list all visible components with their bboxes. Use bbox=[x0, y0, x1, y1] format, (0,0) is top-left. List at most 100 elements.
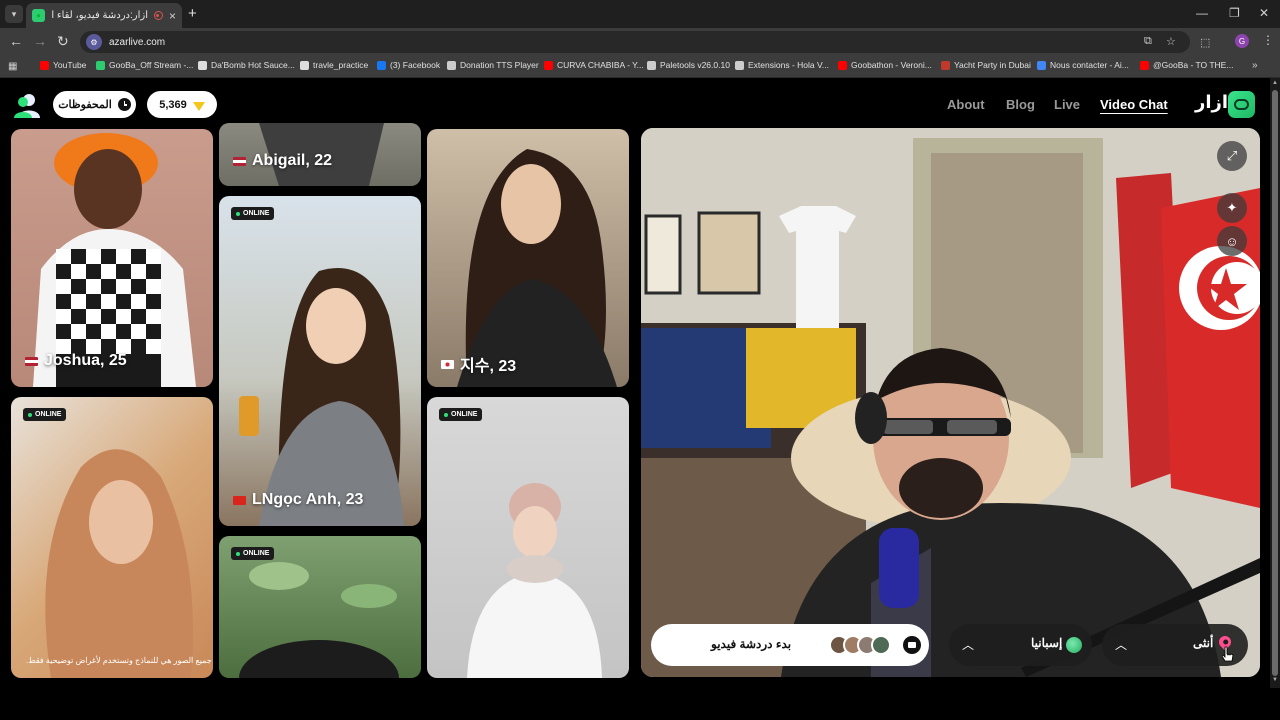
profile-name: Abigail, 22 bbox=[233, 152, 332, 170]
restore-icon[interactable]: ❐ bbox=[1229, 6, 1240, 20]
bookmark-item[interactable]: CURVA CHABIBA - Y... bbox=[544, 60, 644, 70]
bookmark-favicon-icon bbox=[198, 60, 207, 70]
page-scrollbar[interactable] bbox=[1270, 78, 1280, 688]
browser-tab-bar: ▾ ● أزار:دردشة فيديو، لقاء الأصدقاء × + … bbox=[0, 0, 1280, 28]
bookmark-label: Extensions - Hola V... bbox=[748, 60, 829, 70]
bookmark-item[interactable]: (3) Facebook bbox=[377, 60, 440, 70]
profile-card-online-2[interactable]: ONLINE bbox=[219, 536, 421, 678]
saved-label: المحفوظات bbox=[58, 99, 112, 111]
online-badge: ONLINE bbox=[23, 408, 67, 421]
country-label: إسبانيا bbox=[1031, 636, 1063, 650]
bookmark-favicon-icon bbox=[1140, 60, 1149, 70]
bookmark-favicon-icon bbox=[735, 60, 744, 70]
bookmark-star-icon[interactable]: ☆ bbox=[1166, 35, 1176, 48]
profile-photo bbox=[239, 268, 404, 526]
bookmark-label: YouTube bbox=[53, 60, 87, 70]
profile-avatar[interactable]: G bbox=[1235, 34, 1249, 48]
apps-grid-icon[interactable]: ▦ bbox=[8, 61, 17, 72]
bookmark-favicon-icon bbox=[447, 60, 456, 70]
flag-us-icon bbox=[25, 356, 38, 366]
bookmark-item[interactable]: Goobathon - Veroni... bbox=[838, 60, 932, 70]
url-omnibox[interactable]: ⚙ azarlive.com ⧉ ☆ bbox=[80, 31, 1190, 53]
bookmark-label: @GooBa - TO THE... bbox=[1153, 60, 1234, 70]
chevron-up-icon: ︿ bbox=[1115, 638, 1128, 652]
azar-logo-icon[interactable] bbox=[1228, 91, 1255, 118]
video-camera-icon bbox=[903, 636, 921, 654]
site-info-icon[interactable]: ⚙ bbox=[86, 34, 102, 50]
gems-count: 5,369 bbox=[159, 98, 187, 111]
bookmark-item[interactable]: Extensions - Hola V... bbox=[735, 60, 829, 70]
flag-us-icon bbox=[233, 156, 246, 166]
profile-name: Joshua, 25 bbox=[25, 352, 127, 370]
face-filter-icon[interactable]: ☺ bbox=[1217, 226, 1247, 256]
chevron-up-icon: ︿ bbox=[962, 638, 975, 652]
profile-card-abigail[interactable]: Abigail, 22 bbox=[219, 123, 421, 186]
browser-tab-active[interactable]: ● أزار:دردشة فيديو، لقاء الأصدقاء × bbox=[26, 3, 182, 28]
start-video-chat-label: بدء دردشة فيديو bbox=[711, 637, 792, 651]
profile-photo bbox=[457, 149, 617, 387]
profile-card-online-3[interactable]: ONLINE bbox=[427, 397, 629, 678]
flag-kr-icon bbox=[441, 359, 454, 369]
tab-search-button[interactable]: ▾ bbox=[5, 5, 23, 23]
bookmark-item[interactable]: Donation TTS Player bbox=[447, 60, 539, 70]
online-badge: ONLINE bbox=[231, 547, 275, 560]
reload-icon[interactable]: ↻ bbox=[57, 33, 69, 50]
bookmark-label: Da'Bomb Hot Sauce... bbox=[211, 60, 295, 70]
bookmark-label: travle_practice bbox=[313, 60, 369, 70]
start-video-chat-button[interactable]: بدء دردشة فيديو bbox=[651, 624, 929, 666]
bookmark-item[interactable]: Da'Bomb Hot Sauce... bbox=[198, 60, 295, 70]
bookmark-item[interactable]: Yacht Party in Dubai bbox=[941, 60, 1031, 70]
nav-about[interactable]: About bbox=[947, 97, 985, 112]
url-text[interactable]: azarlive.com bbox=[109, 37, 165, 48]
bookmark-favicon-icon bbox=[96, 60, 105, 70]
bookmark-item[interactable]: @GooBa - TO THE... bbox=[1140, 60, 1233, 70]
bookmark-favicon-icon bbox=[941, 60, 950, 70]
bookmark-item[interactable]: YouTube bbox=[40, 60, 86, 70]
back-arrow-icon[interactable]: ← bbox=[9, 33, 23, 49]
photo-disclaimer: جميع الصور هي للنماذج وتستخدم لأغراض توض… bbox=[26, 656, 212, 665]
browser-menu-icon[interactable]: ⋮ bbox=[1262, 33, 1274, 47]
ai-effects-icon[interactable]: ✦ bbox=[1217, 193, 1247, 223]
country-filter-button[interactable]: ︿ إسبانيا bbox=[949, 624, 1092, 666]
scrollbar-thumb[interactable] bbox=[1272, 90, 1278, 676]
profile-card-ngoc-anh[interactable]: ONLINE LNgọc Anh, 23 bbox=[219, 196, 421, 526]
bookmark-item[interactable]: travle_practice bbox=[300, 60, 368, 70]
bookmark-label: GooBa_Off Stream -... bbox=[109, 60, 194, 70]
bookmark-favicon-icon bbox=[377, 60, 386, 70]
profile-card-joshua[interactable]: Joshua, 25 bbox=[11, 129, 213, 387]
saved-history-button[interactable]: المحفوظات bbox=[53, 91, 136, 118]
recording-icon bbox=[153, 11, 163, 20]
scroll-up-arrow-icon[interactable]: ▲ bbox=[1272, 80, 1278, 86]
webcam-feed bbox=[641, 128, 1260, 677]
clock-icon bbox=[117, 98, 131, 111]
nav-live[interactable]: Live bbox=[1054, 97, 1080, 112]
new-tab-button[interactable]: + bbox=[188, 5, 197, 22]
minimize-icon[interactable]: — bbox=[1196, 6, 1208, 20]
gems-balance-button[interactable]: 5,369 bbox=[147, 91, 217, 118]
bookmarks-bar: ▦ YouTube GooBa_Off Stream -... Da'Bomb Ho… bbox=[0, 56, 1280, 78]
azar-logo-text[interactable]: ازار bbox=[1195, 92, 1228, 113]
bookmark-item[interactable]: GooBa_Off Stream -... bbox=[96, 60, 193, 70]
profile-card-online-1[interactable]: ONLINE bbox=[11, 397, 213, 678]
extensions-icon[interactable]: ⬚ bbox=[1200, 36, 1210, 49]
nav-video-chat[interactable]: Video Chat bbox=[1100, 97, 1168, 112]
user-avatar-icon[interactable] bbox=[14, 92, 40, 118]
install-app-icon[interactable]: ⧉ bbox=[1144, 35, 1152, 48]
bookmark-item[interactable]: Paletools v26.0.10 bbox=[647, 60, 730, 70]
bookmark-item[interactable]: Nous contacter - Ai... bbox=[1037, 60, 1129, 70]
scroll-down-arrow-icon[interactable]: ▼ bbox=[1272, 677, 1278, 683]
profile-name: 지수, 23 bbox=[441, 352, 516, 376]
tab-title: أزار:دردشة فيديو، لقاء الأصدقاء bbox=[51, 10, 148, 21]
tab-close-icon[interactable]: × bbox=[169, 9, 176, 23]
mouse-cursor-icon bbox=[1222, 646, 1234, 662]
window-close-icon[interactable]: ✕ bbox=[1259, 6, 1269, 20]
forward-arrow-icon[interactable]: → bbox=[33, 33, 47, 49]
profile-photo bbox=[45, 449, 194, 678]
webcam-preview: ⤢ ✦ ☺ bbox=[641, 128, 1260, 677]
bookmark-label: Yacht Party in Dubai bbox=[954, 60, 1031, 70]
nav-blog[interactable]: Blog bbox=[1006, 97, 1035, 112]
profile-card-jisoo[interactable]: 지수, 23 bbox=[427, 129, 629, 387]
bookmark-label: Goobathon - Veroni... bbox=[851, 60, 932, 70]
bookmarks-overflow-icon[interactable]: » bbox=[1252, 60, 1258, 71]
fullscreen-icon[interactable]: ⤢ bbox=[1217, 141, 1247, 171]
